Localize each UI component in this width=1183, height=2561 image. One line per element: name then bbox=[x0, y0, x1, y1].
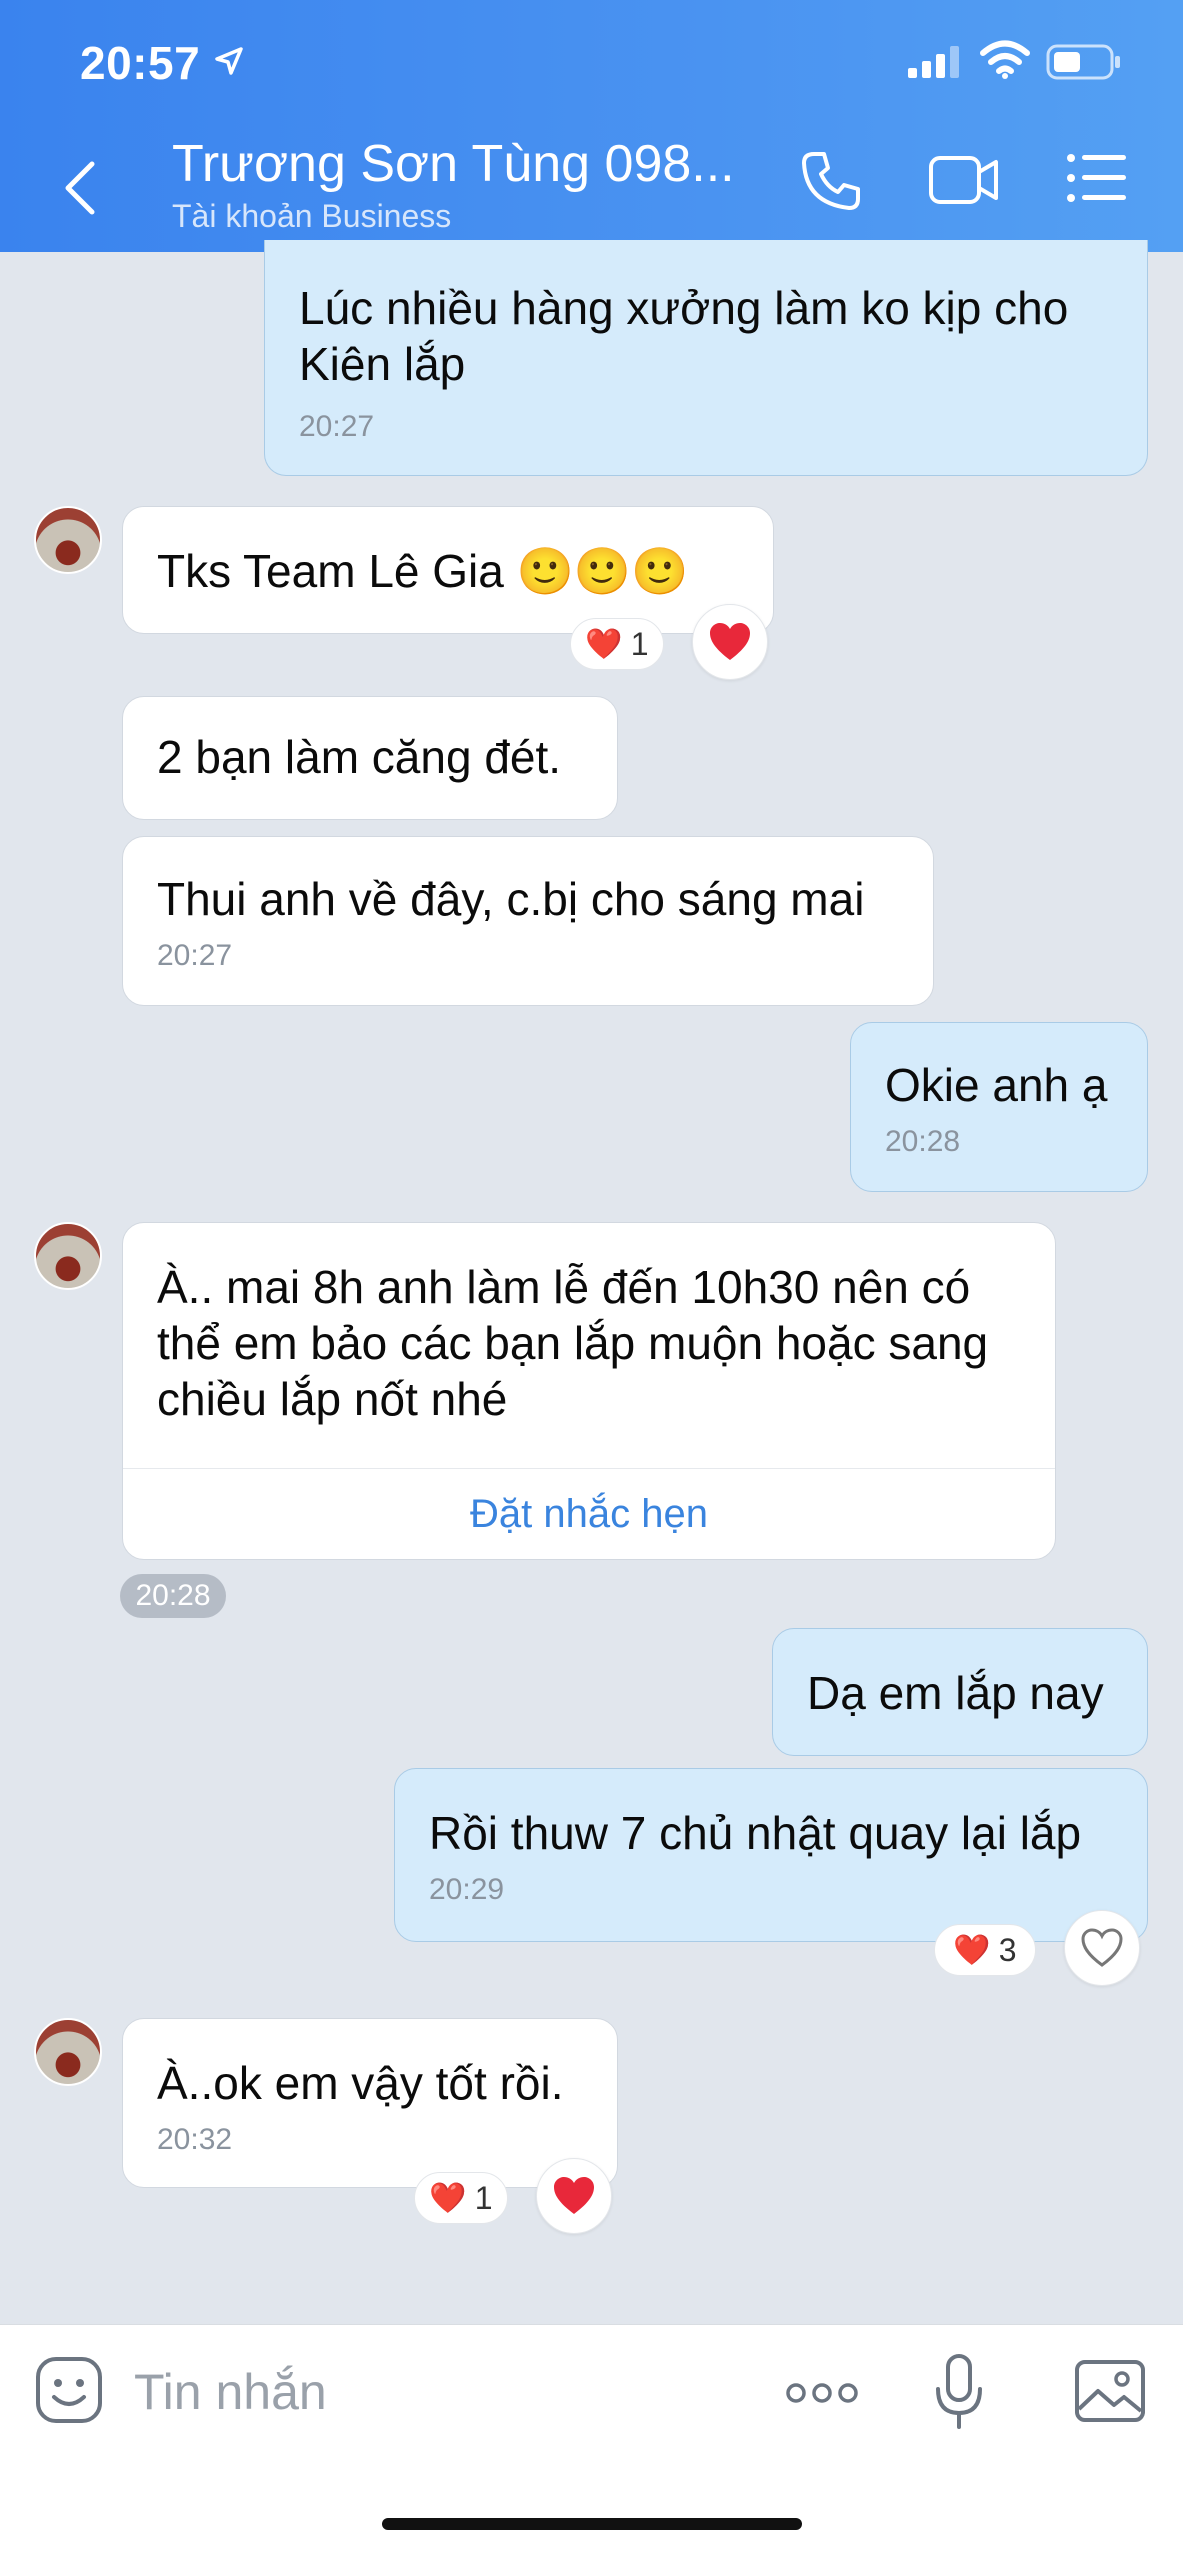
message-text: Rồi thuw 7 chủ nhật quay lại lắp bbox=[429, 1807, 1082, 1859]
heart-outline-icon bbox=[1081, 1928, 1123, 1967]
set-reminder-label: Đặt nhắc hẹn bbox=[470, 1492, 708, 1536]
status-time: 20:57 bbox=[80, 37, 201, 89]
message-text: Lúc nhiều hàng xưởng làm ko kịp cho Kiên… bbox=[299, 282, 1069, 390]
message-bubble-incoming[interactable]: Tks Team Lê Gia 🙂🙂🙂 bbox=[122, 506, 774, 634]
heart-emoji-icon: ❤️ bbox=[429, 2181, 467, 2215]
wifi-icon bbox=[980, 40, 1030, 79]
message-time: 20:32 bbox=[157, 2123, 233, 2156]
react-heart-button[interactable] bbox=[536, 2158, 612, 2234]
reaction-count: 1 bbox=[474, 2179, 493, 2216]
video-call-icon[interactable] bbox=[928, 150, 1000, 208]
heart-filled-icon bbox=[710, 623, 750, 660]
message-bubble-outgoing[interactable]: Rồi thuw 7 chủ nhật quay lại lắp 20:29 bbox=[394, 1768, 1148, 1942]
message-bubble-outgoing[interactable]: Okie anh ạ 20:28 bbox=[850, 1022, 1148, 1192]
microphone-icon[interactable] bbox=[934, 2353, 984, 2431]
message-time: 20:27 bbox=[157, 939, 233, 972]
contact-name[interactable]: Trương Sơn Tùng 098... bbox=[172, 134, 735, 194]
message-time: 20:29 bbox=[429, 1873, 505, 1906]
message-bubble-incoming[interactable]: 2 bạn làm căng đét. bbox=[122, 696, 618, 820]
reaction-summary[interactable]: ❤️ 3 bbox=[934, 1924, 1036, 1976]
sticker-emoji-icon[interactable] bbox=[34, 2355, 104, 2425]
set-reminder-button[interactable]: Đặt nhắc hẹn bbox=[123, 1468, 1055, 1559]
battery-icon bbox=[1046, 44, 1120, 80]
message-text: 2 bạn làm căng đét. bbox=[157, 731, 562, 783]
location-arrow-icon bbox=[215, 47, 243, 75]
account-type: Tài khoản Business bbox=[172, 198, 452, 234]
contact-avatar[interactable] bbox=[34, 506, 102, 574]
message-text: À..ok em vậy tốt rồi. bbox=[157, 2057, 564, 2109]
heart-filled-icon bbox=[554, 2177, 594, 2214]
message-text: Thui anh về đây, c.bị cho sáng mai bbox=[157, 873, 865, 925]
back-chevron-icon[interactable] bbox=[62, 160, 98, 216]
home-indicator[interactable] bbox=[382, 2518, 802, 2530]
message-bubble-outgoing[interactable]: Dạ em lắp nay bbox=[772, 1628, 1148, 1756]
message-time: 20:28 bbox=[135, 1579, 211, 1612]
contact-avatar[interactable] bbox=[34, 1222, 102, 1290]
message-input[interactable]: Tin nhắn bbox=[134, 2363, 327, 2421]
message-time-chip: 20:28 bbox=[120, 1574, 226, 1618]
message-text: À.. mai 8h anh làm lễ đến 10h30 nên có t… bbox=[157, 1261, 989, 1425]
phone-call-icon[interactable] bbox=[800, 150, 862, 212]
reaction-summary[interactable]: ❤️ 1 bbox=[570, 618, 664, 670]
heart-emoji-icon: ❤️ bbox=[953, 1933, 991, 1967]
heart-emoji-icon: ❤️ bbox=[585, 627, 623, 661]
message-bubble-incoming[interactable]: À..ok em vậy tốt rồi. 20:32 bbox=[122, 2018, 618, 2188]
reaction-count: 1 bbox=[630, 625, 649, 662]
message-bubble-incoming[interactable]: Thui anh về đây, c.bị cho sáng mai 20:27 bbox=[122, 836, 934, 1006]
chat-header: 20:57 Trương Sơn Tùng 098... Tài khoản B… bbox=[0, 0, 1183, 252]
image-gallery-icon[interactable] bbox=[1074, 2359, 1146, 2423]
signal-icon bbox=[908, 46, 959, 78]
react-heart-button[interactable] bbox=[1064, 1910, 1140, 1986]
message-time: 20:28 bbox=[885, 1125, 961, 1158]
contact-avatar[interactable] bbox=[34, 2018, 102, 2086]
message-bubble-incoming[interactable]: À.. mai 8h anh làm lễ đến 10h30 nên có t… bbox=[122, 1222, 1056, 1560]
message-time: 20:27 bbox=[299, 410, 375, 443]
reaction-summary[interactable]: ❤️ 1 bbox=[414, 2172, 508, 2224]
reaction-count: 3 bbox=[998, 1931, 1017, 1968]
message-bubble-outgoing[interactable]: Lúc nhiều hàng xưởng làm ko kịp cho Kiên… bbox=[264, 240, 1148, 476]
react-heart-button[interactable] bbox=[692, 604, 768, 680]
message-text: Okie anh ạ bbox=[885, 1059, 1108, 1111]
message-text: Dạ em lắp nay bbox=[807, 1667, 1104, 1719]
message-text: Tks Team Lê Gia 🙂🙂🙂 bbox=[157, 545, 689, 597]
more-options-icon[interactable] bbox=[784, 2381, 860, 2405]
menu-list-icon[interactable] bbox=[1066, 150, 1128, 206]
